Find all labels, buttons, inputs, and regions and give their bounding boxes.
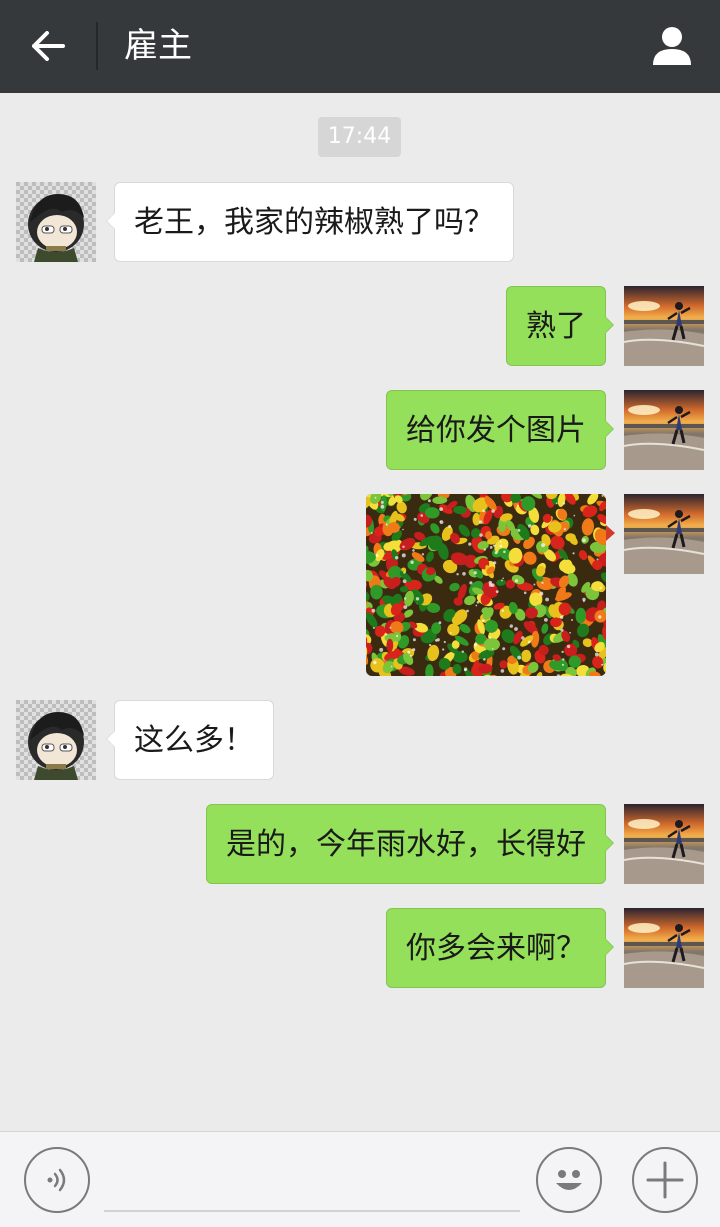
chat-header: 雇主 bbox=[0, 0, 720, 93]
partner-avatar[interactable] bbox=[16, 182, 96, 262]
partner-avatar[interactable] bbox=[16, 700, 96, 780]
my-avatar[interactable] bbox=[624, 804, 704, 884]
voice-button[interactable] bbox=[24, 1147, 90, 1213]
emoji-button[interactable] bbox=[536, 1147, 602, 1213]
chat-input-bar bbox=[0, 1131, 720, 1227]
back-button[interactable] bbox=[22, 22, 74, 70]
my-avatar[interactable] bbox=[624, 286, 704, 366]
message-timestamp: 17:44 bbox=[318, 117, 401, 157]
person-icon bbox=[653, 27, 691, 65]
message-bubble-outgoing[interactable]: 熟了 bbox=[506, 286, 614, 366]
voice-icon bbox=[47, 1168, 66, 1192]
message-input[interactable] bbox=[104, 1150, 520, 1212]
message-bubble-incoming[interactable]: 老王，我家的辣椒熟了吗？ bbox=[106, 182, 514, 262]
my-avatar[interactable] bbox=[624, 390, 704, 470]
my-avatar[interactable] bbox=[624, 908, 704, 988]
emoji-icon bbox=[556, 1170, 582, 1190]
header-divider bbox=[96, 22, 98, 70]
chat-title: 雇主 bbox=[124, 26, 192, 66]
more-options-button[interactable] bbox=[632, 1147, 698, 1213]
plus-icon bbox=[646, 1161, 684, 1199]
message-bubble-outgoing[interactable]: 你多会来啊？ bbox=[386, 908, 614, 988]
my-avatar[interactable] bbox=[624, 494, 704, 574]
message-bubble-outgoing[interactable]: 是的，今年雨水好，长得好 bbox=[206, 804, 614, 884]
chat-info-button[interactable] bbox=[648, 22, 696, 70]
image-bubble-tail bbox=[606, 525, 615, 541]
message-bubble-outgoing[interactable]: 给你发个图片 bbox=[386, 390, 614, 470]
message-bubble-incoming[interactable]: 这么多！ bbox=[106, 700, 274, 780]
chili-peppers-photo[interactable] bbox=[366, 494, 606, 676]
arrow-left-icon bbox=[32, 31, 65, 61]
